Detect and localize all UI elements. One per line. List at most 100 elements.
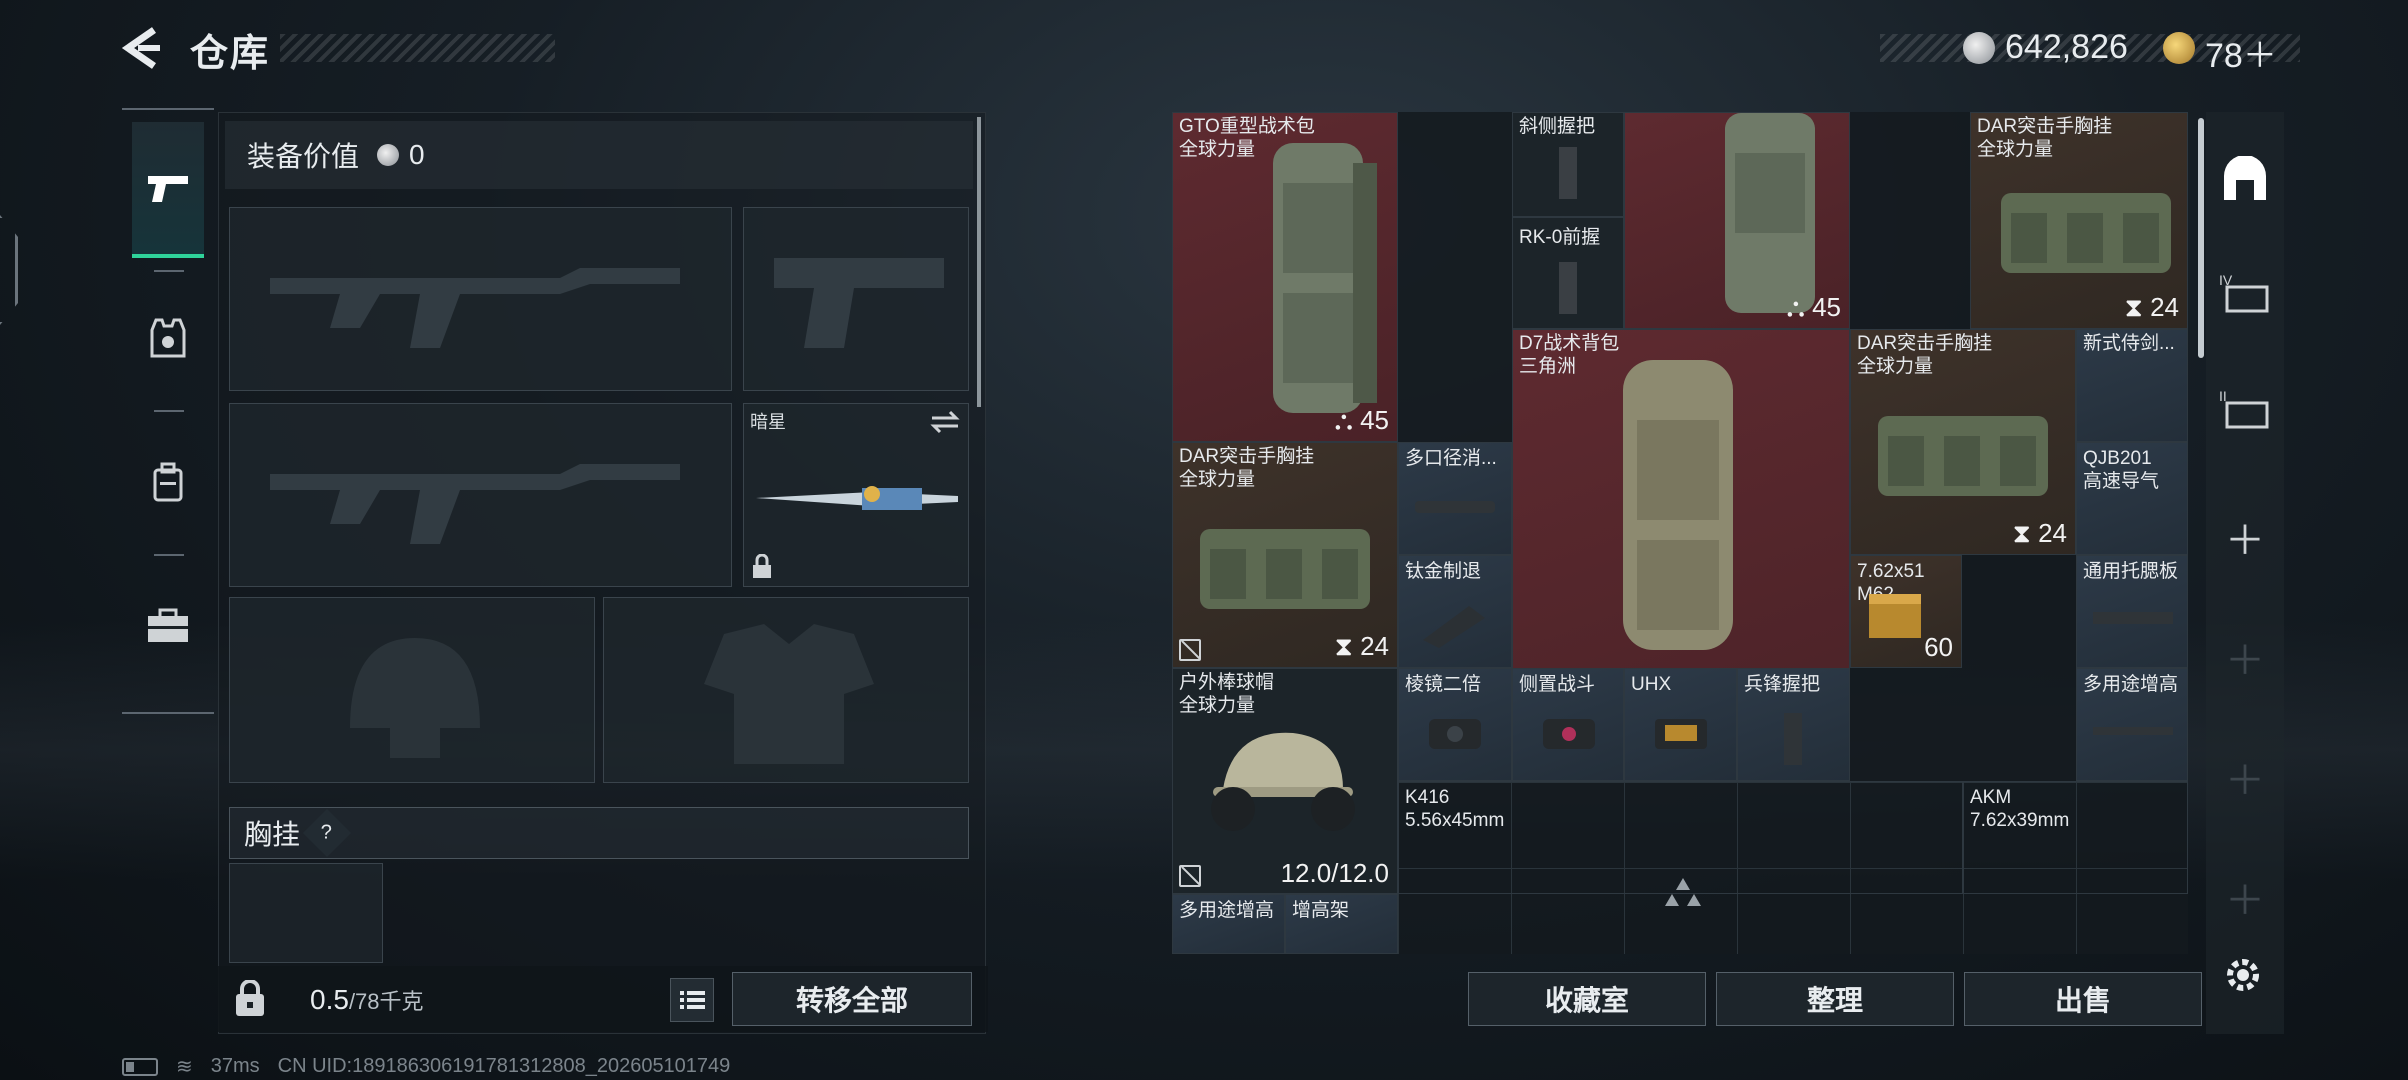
helmet-silhouette-icon: [350, 638, 480, 758]
storage-iv-icon: IV: [2219, 272, 2269, 313]
item-prism-2x[interactable]: 棱镜二倍: [1398, 668, 1512, 781]
sell-button[interactable]: 出售: [1964, 972, 2202, 1026]
armor-silhouette-icon: [704, 624, 874, 764]
item-name: 多用途增高: [1179, 900, 1275, 921]
item-stack: ⧗ 24: [2124, 292, 2179, 322]
item-name: 斜侧握把: [1519, 116, 1596, 137]
item-name: 增高架: [1292, 900, 1350, 921]
silver-coin-icon: [377, 144, 400, 166]
item-suppressor[interactable]: 多口径消...: [1398, 442, 1512, 555]
item-name: 多口径消...: [1405, 448, 1497, 469]
equipment-scrollbar[interactable]: [977, 117, 981, 407]
add-storage-button[interactable]: ＋: [2214, 506, 2276, 568]
knife-icon: [756, 486, 958, 510]
melee-slot[interactable]: 暗星: [743, 403, 969, 587]
gold-token-icon[interactable]: [2163, 32, 2195, 64]
item-name: UHX: [1631, 674, 1672, 695]
item-gto-backpack[interactable]: GTO重型战术包 全球力量 ⛬ 45: [1172, 112, 1398, 442]
item-name: K416 5.56x45mm: [1405, 787, 1505, 831]
settings-gear-icon[interactable]: [2222, 954, 2264, 996]
item-dar-chest-rig-2[interactable]: DAR突击手胸挂 全球力量 ⧗ 24: [1850, 329, 2076, 555]
secondary-weapon-slot[interactable]: [229, 403, 732, 587]
item-new-muzzle[interactable]: 新式侍剑...: [2076, 329, 2188, 442]
chest-rig-label: 胸挂: [244, 819, 301, 850]
item-qjb201[interactable]: QJB201 高速导气: [2076, 442, 2188, 555]
pistol-icon: [148, 176, 188, 202]
help-icon[interactable]: ?: [302, 808, 352, 858]
item-stack: 60: [1924, 632, 1953, 662]
storage-tab-main[interactable]: [2214, 148, 2276, 210]
item-name: 兵锋握把: [1744, 674, 1821, 695]
no-insure-icon: [1179, 639, 1201, 661]
storage-ii-icon: II: [2219, 388, 2269, 429]
add-storage-button[interactable]: ＋: [2214, 866, 2276, 928]
swap-icon[interactable]: [930, 410, 960, 434]
sort-button[interactable]: 整理: [1716, 972, 1954, 1026]
equipment-value-row: 装备价值 0: [225, 121, 973, 189]
helmet-slot[interactable]: [229, 597, 595, 783]
token-amount[interactable]: 78＋: [2205, 28, 2277, 77]
item-stack: ⛬ 45: [1334, 405, 1389, 435]
primary-weapon-slot[interactable]: [229, 207, 732, 391]
body-armor-slot[interactable]: [603, 597, 969, 783]
item-name: DAR突击手胸挂 全球力量: [1857, 333, 1993, 377]
ammo-box-image: [1869, 594, 1921, 638]
chest-rig-header: 胸挂 ?: [229, 807, 969, 859]
item-angled-grip[interactable]: 斜侧握把: [1512, 112, 1624, 217]
title-decoration: [280, 34, 555, 62]
item-name: 棱镜二倍: [1405, 674, 1482, 695]
stash-scrollbar[interactable]: [2198, 118, 2204, 358]
pistol-silhouette-icon: [774, 258, 944, 348]
muzzle-brake-image: [1423, 606, 1485, 648]
suppressor-image: [1415, 501, 1495, 513]
item-mount[interactable]: 增高架: [1285, 894, 1398, 954]
nav-divider: [154, 554, 184, 556]
item-multi-riser-2[interactable]: 多用途增高: [1172, 894, 1285, 954]
item-cheek-rest[interactable]: 通用托腮板: [2076, 555, 2188, 668]
equipment-category-nav: [122, 108, 214, 714]
chest-rig-slot[interactable]: [229, 863, 383, 963]
backpack-image: [1273, 143, 1377, 413]
rifle-silhouette-icon: [270, 464, 680, 544]
collection-room-button[interactable]: 收藏室: [1468, 972, 1706, 1026]
rifle-silhouette-icon: [270, 268, 680, 348]
nav-backpack[interactable]: [132, 414, 204, 550]
lock-icon: [753, 554, 771, 578]
item-vanguard-grip[interactable]: 兵锋握把: [1737, 668, 1850, 781]
item-stack: ⧗ 24: [2012, 518, 2067, 548]
back-arrow-icon[interactable]: [120, 24, 164, 72]
item-uhx[interactable]: UHX: [1624, 668, 1737, 781]
melee-slot-label: 暗星: [750, 412, 786, 432]
armor-icon: [150, 318, 186, 358]
storage-tabs-rail: IV II ＋ ＋ ＋ ＋: [2206, 112, 2284, 1034]
item-stack: ⧗ 24: [1334, 631, 1389, 661]
item-ammo-762x51[interactable]: 7.62x51M62 60: [1850, 555, 1962, 668]
item-rk0-grip[interactable]: RK-0前握: [1512, 217, 1624, 329]
move-all-button[interactable]: 转移全部: [732, 972, 972, 1026]
top-bar: 仓库 642,826 78＋: [0, 0, 2408, 110]
storage-tab-2[interactable]: II: [2214, 378, 2276, 440]
backpack-icon: [153, 462, 183, 502]
item-dar-chest-rig-3[interactable]: DAR突击手胸挂 全球力量 ⧗ 24: [1172, 442, 1398, 668]
item-backpack-2[interactable]: ⛬ 45: [1624, 112, 1850, 329]
item-name: DAR突击手胸挂 全球力量: [1977, 116, 2113, 160]
item-dar-chest-rig-1[interactable]: DAR突击手胸挂 全球力量 ⧗ 24: [1970, 112, 2188, 329]
grip-image: [1559, 147, 1577, 199]
add-storage-button[interactable]: ＋: [2214, 746, 2276, 808]
item-side-sight[interactable]: 侧置战斗: [1512, 668, 1624, 781]
pistol-slot[interactable]: [743, 207, 969, 391]
item-titanium-brake[interactable]: 钛金制退: [1398, 555, 1512, 668]
list-view-button[interactable]: [670, 978, 714, 1022]
item-name: RK-0前握: [1519, 227, 1601, 248]
equipment-value: 0: [409, 139, 425, 170]
add-storage-button[interactable]: ＋: [2214, 626, 2276, 688]
holo-sight-image: [1655, 719, 1707, 749]
item-baseball-cap[interactable]: 户外棒球帽 全球力量 12.0/12.0: [1172, 668, 1398, 894]
item-multi-riser[interactable]: 多用途增高: [2076, 668, 2188, 781]
nav-armor[interactable]: [132, 270, 204, 406]
cap-image: [1211, 732, 1355, 831]
item-akm[interactable]: AKM 7.62x39mm: [1963, 781, 2188, 894]
nav-case[interactable]: [132, 558, 204, 694]
nav-weapons[interactable]: [132, 122, 204, 258]
storage-tab-4[interactable]: IV: [2214, 262, 2276, 324]
